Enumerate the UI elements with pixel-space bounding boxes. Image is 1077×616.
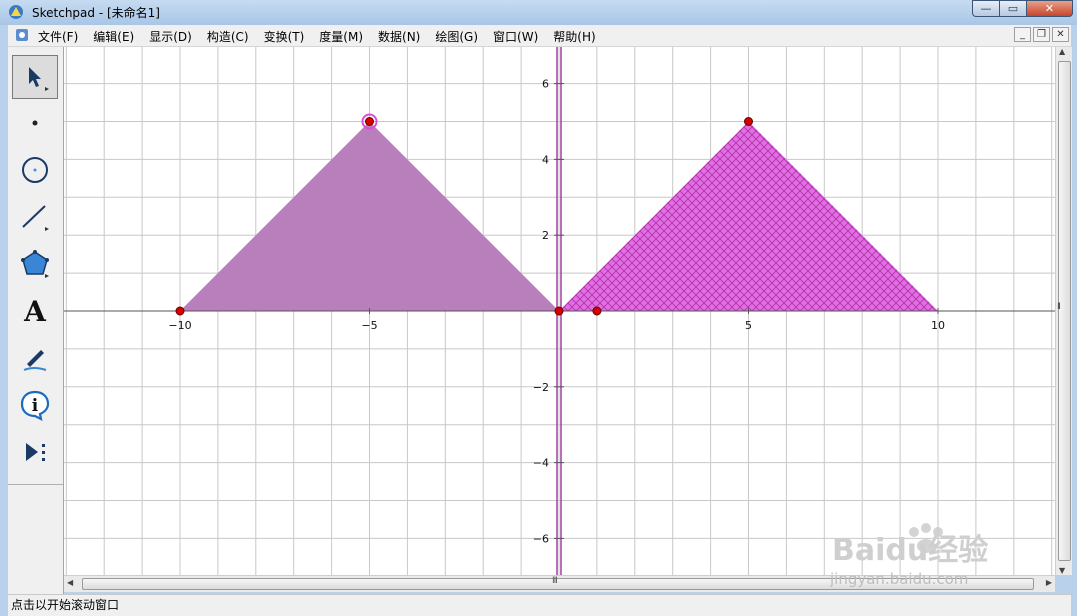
status-bar: 点击以开始滚动窗口 — [8, 594, 1071, 616]
right-triangle[interactable] — [559, 121, 938, 312]
point[interactable] — [175, 306, 185, 316]
doc-restore-button[interactable]: ❐ — [1033, 27, 1050, 42]
custom-tools-tool[interactable] — [12, 430, 58, 474]
window-close-button[interactable]: ✕ — [1026, 0, 1073, 17]
x-tick-label: 10 — [931, 319, 945, 332]
info-icon: i — [20, 390, 50, 421]
scroll-right-arrow[interactable]: ▶ — [1046, 578, 1052, 587]
window-title: Sketchpad - [未命名1] — [32, 6, 160, 20]
y-tick-label: −2 — [533, 381, 549, 394]
scroll-down-arrow[interactable]: ▼ — [1059, 566, 1065, 575]
doc-close-button[interactable]: ✕ — [1052, 27, 1069, 42]
menubar: 文件(F) 编辑(E) 显示(D) 构造(C) 变换(T) 度量(M) 数据(N) 绘图(G)… — [8, 25, 1071, 47]
arrow-select-icon — [29, 67, 49, 91]
text-icon: A — [24, 294, 46, 328]
horizontal-scroll-grip[interactable]: III — [552, 576, 558, 586]
scroll-up-arrow[interactable]: ▲ — [1059, 47, 1065, 56]
custom-tools-icon — [26, 443, 45, 461]
watermark-url: jingyan.baidu.com — [830, 570, 968, 588]
compass-tool[interactable] — [12, 148, 58, 192]
point-tool[interactable] — [12, 101, 58, 145]
watermark-brand: Baidu经验 — [832, 533, 988, 568]
baidu-watermark: Baidu经验 jingyan.baidu.com — [829, 520, 1040, 590]
vertical-scrollbar[interactable]: ▲ III ▼ — [1055, 47, 1072, 575]
vertical-scroll-thumb[interactable] — [1058, 61, 1071, 561]
scroll-left-arrow[interactable]: ◀ — [67, 578, 73, 587]
sketch-canvas[interactable]: −10 −5 5 10 6 4 2 −2 −4 −6 — [64, 47, 1055, 575]
y-tick-label: 6 — [542, 78, 549, 91]
toolbox-separator — [8, 484, 63, 485]
info-glyph: i — [32, 396, 39, 416]
menu-list: 文件(F) 编辑(E) 显示(D) 构造(C) 变换(T) 度量(M) 数据(N) 绘图(G)… — [38, 28, 611, 45]
menu-item-8[interactable]: 窗口(W) — [493, 28, 538, 45]
marker-icon — [23, 350, 47, 371]
x-tick-label: −10 — [168, 319, 191, 332]
straightedge-icon — [22, 205, 49, 231]
menu-item-7[interactable]: 绘图(G) — [435, 28, 478, 45]
text-tool[interactable]: A — [12, 289, 58, 333]
window-maximize-button[interactable]: ▭ — [999, 0, 1026, 17]
left-triangle[interactable] — [180, 121, 559, 312]
menu-item-1[interactable]: 编辑(E) — [93, 28, 134, 45]
window-titlebar[interactable]: Sketchpad - [未命名1] — ▭ ✕ — [0, 0, 1077, 25]
arrow-select-tool[interactable] — [12, 55, 58, 99]
straightedge-tool[interactable] — [12, 195, 58, 239]
point-icon — [32, 120, 38, 126]
point[interactable] — [554, 306, 564, 316]
document-icon[interactable] — [15, 28, 29, 42]
menu-item-3[interactable]: 构造(C) — [207, 28, 249, 45]
point[interactable] — [365, 117, 374, 126]
x-tick-label: 5 — [745, 319, 752, 332]
sketchpad-app-icon — [9, 5, 23, 19]
info-tool[interactable]: i — [12, 383, 58, 427]
y-tick-label: −6 — [533, 532, 549, 545]
menu-item-5[interactable]: 度量(M) — [319, 28, 363, 45]
y-tick-label: 4 — [542, 153, 549, 166]
window-minimize-button[interactable]: — — [972, 0, 999, 17]
doc-minimize-button[interactable]: _ — [1014, 27, 1031, 42]
menu-item-2[interactable]: 显示(D) — [149, 28, 192, 45]
baidu-paw-icon: Baidu经验 jingyan.baidu.com — [829, 523, 988, 588]
compass-icon — [22, 157, 48, 183]
point[interactable] — [592, 306, 602, 316]
y-tick-label: 2 — [542, 229, 549, 242]
x-tick-label: −5 — [361, 319, 377, 332]
y-tick-label: −4 — [533, 457, 549, 470]
menu-item-9[interactable]: 帮助(H) — [553, 28, 595, 45]
menu-item-0[interactable]: 文件(F) — [38, 28, 78, 45]
toolbox: A i — [8, 47, 64, 594]
coordinate-graph[interactable]: −10 −5 5 10 6 4 2 −2 −4 −6 — [64, 47, 1055, 575]
vertical-scroll-grip[interactable]: III — [1057, 302, 1061, 312]
polygon-tool[interactable] — [12, 242, 58, 286]
point[interactable] — [744, 117, 753, 126]
menu-item-4[interactable]: 变换(T) — [264, 28, 305, 45]
marker-tool[interactable] — [12, 336, 58, 380]
polygon-icon — [21, 250, 49, 278]
menu-item-6[interactable]: 数据(N) — [378, 28, 420, 45]
